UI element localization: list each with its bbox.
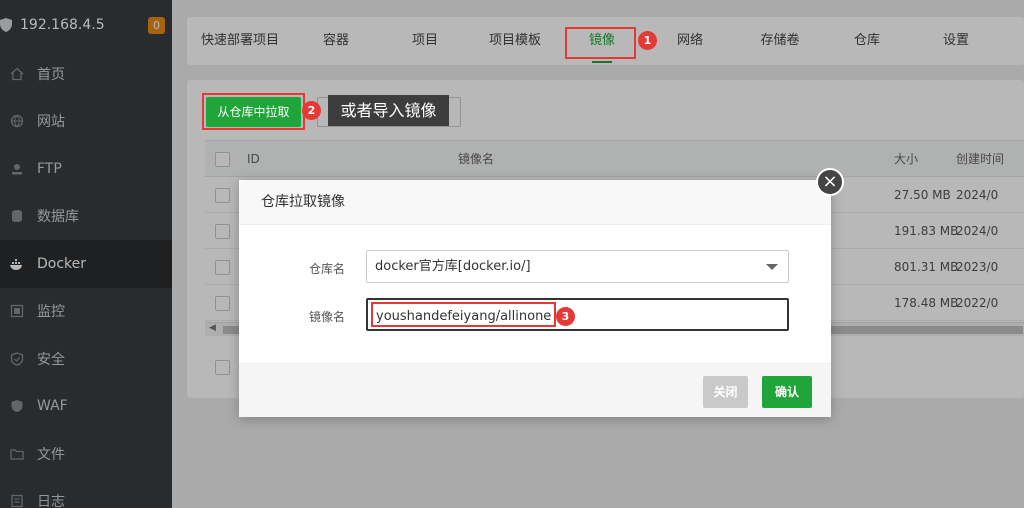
pull-image-dialog: 仓库拉取镜像 仓库名 docker官方库[docker.io/] 镜像名 you… bbox=[239, 180, 831, 417]
image-name-input[interactable]: youshandefeiyang/allinone bbox=[366, 298, 789, 331]
repo-label: 仓库名 bbox=[308, 262, 345, 276]
annotation-badge-2: 2 bbox=[302, 101, 321, 120]
chevron-down-icon bbox=[766, 264, 778, 270]
annotation-box-1 bbox=[565, 27, 636, 59]
image-name-value: youshandefeiyang/allinone bbox=[371, 302, 557, 327]
annotation-box-2 bbox=[202, 93, 305, 130]
dialog-title: 仓库拉取镜像 bbox=[239, 180, 831, 225]
close-button[interactable]: 关闭 bbox=[703, 376, 748, 408]
close-icon[interactable]: × bbox=[816, 168, 844, 196]
image-name-label: 镜像名 bbox=[308, 310, 345, 324]
annotation-badge-1: 1 bbox=[638, 31, 657, 50]
repo-select-value: docker官方库[docker.io/] bbox=[375, 259, 531, 274]
confirm-button[interactable]: 确认 bbox=[762, 376, 812, 408]
repo-select[interactable]: docker官方库[docker.io/] bbox=[366, 250, 789, 283]
import-image-tooltip: 或者导入镜像 bbox=[328, 95, 449, 126]
dialog-footer: 关闭 确认 bbox=[239, 363, 831, 417]
annotation-badge-3: 3 bbox=[556, 307, 575, 326]
